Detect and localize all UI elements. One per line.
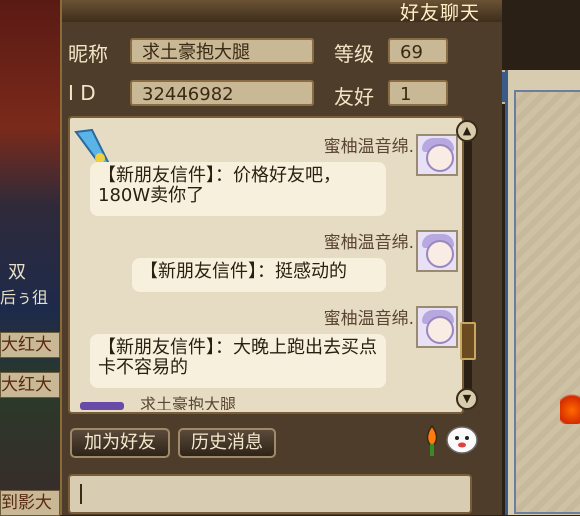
background-label: 大红大	[0, 332, 60, 358]
nickname-field: 求土豪抱大腿	[130, 38, 314, 64]
chat-history[interactable]: 蜜柚温音绵. 【新朋友信件】：价格好友吧，180W卖你了 蜜柚温音绵. 【新朋友…	[68, 116, 464, 414]
level-label: 等级	[334, 42, 374, 66]
background-frame	[514, 90, 580, 514]
sender-avatar[interactable]	[416, 306, 458, 348]
history-button[interactable]: 历史消息	[178, 428, 276, 458]
message-bubble: 【新朋友信件】：挺感动的	[132, 258, 386, 292]
ghost-emoji-icon[interactable]	[444, 424, 480, 456]
message-bubble: 【新朋友信件】：大晚上跑出去买点卡不容易的	[90, 334, 386, 388]
background-text: 后ぅ徂	[0, 288, 49, 307]
scroll-up-icon[interactable]: ▲	[456, 120, 478, 142]
id-label: I D	[68, 81, 96, 105]
game-background-right	[505, 70, 580, 515]
message-sender: 求土豪抱大腿	[140, 396, 237, 410]
scroll-down-icon[interactable]: ▼	[456, 388, 478, 410]
message-bubble: 【新朋友信件】：价格好友吧，180W卖你了	[90, 162, 386, 216]
friend-chat-window: 好友聊天 昵称 求土豪抱大腿 等级 69 I D 32446982 友好 1 蜜…	[60, 0, 502, 515]
sender-avatar[interactable]	[416, 230, 458, 272]
background-text: 双	[8, 262, 26, 283]
chat-scrollbar[interactable]: ▲ ▼	[456, 120, 480, 410]
message-input[interactable]	[68, 474, 472, 514]
message-sender: 蜜柚温音绵.	[323, 137, 414, 157]
sender-avatar[interactable]	[416, 134, 458, 176]
text-caret	[80, 484, 82, 504]
title-bar[interactable]: 好友聊天	[62, 0, 502, 24]
message-sender: 蜜柚温音绵.	[323, 233, 414, 253]
window-title: 好友聊天	[399, 2, 480, 24]
background-label: 到影大	[0, 490, 60, 516]
background-label: 大红大	[0, 372, 60, 398]
level-field: 69	[388, 38, 448, 64]
game-background-left: 双 后ぅ徂 大红大 大红大 到影大	[0, 0, 60, 516]
message-sender: 蜜柚温音绵.	[323, 309, 414, 329]
partial-avatar	[80, 402, 124, 410]
fire-icon	[560, 390, 580, 424]
scrollbar-thumb[interactable]	[460, 322, 476, 360]
add-friend-button[interactable]: 加为好友	[70, 428, 170, 458]
friendship-field: 1	[388, 80, 448, 106]
fire-torch-icon[interactable]	[424, 424, 440, 458]
friendship-label: 友好	[334, 85, 374, 109]
id-field: 32446982	[130, 80, 314, 106]
nickname-label: 昵称	[68, 42, 108, 66]
